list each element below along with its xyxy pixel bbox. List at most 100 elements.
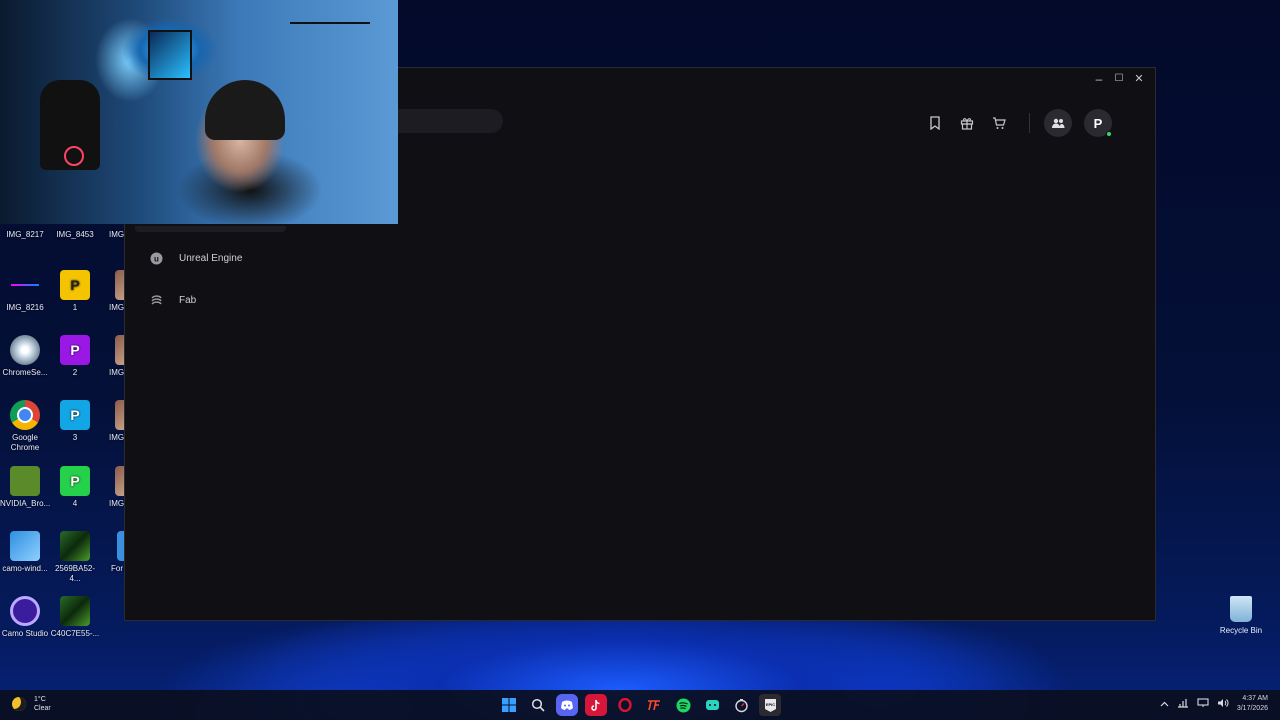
installer-icon <box>10 531 40 561</box>
weather-widget[interactable]: 1°C Clear <box>12 695 51 713</box>
desktop-icon-label: ChromeSe... <box>2 368 48 377</box>
taskbar-android-studio[interactable] <box>701 694 723 716</box>
desktop-icon-label: 3 <box>72 433 78 442</box>
desktop-icon-img-8217[interactable]: IMG_8217 <box>0 230 50 240</box>
webcam-scene-person <box>205 80 285 140</box>
desktop-icon-camo-windows[interactable]: camo-wind... <box>0 531 50 574</box>
cart-button[interactable] <box>983 111 1015 135</box>
clock-time: 4:37 AM <box>1242 695 1268 702</box>
cart-icon <box>993 117 1006 129</box>
desktop-icon-chromesetup[interactable]: ChromeSe... <box>0 335 50 378</box>
image-thumbnail-icon <box>10 270 40 300</box>
friends-icon <box>1052 118 1065 128</box>
taskbar-search-button[interactable] <box>527 694 549 716</box>
desktop-icon-label: IMG <box>109 303 124 312</box>
taskbar-stopwatch[interactable] <box>730 694 752 716</box>
recycle-bin-icon <box>1230 596 1252 622</box>
document-icon <box>117 531 124 561</box>
desktop-icon-label: IMG <box>109 433 124 442</box>
fab-icon <box>149 293 163 307</box>
image-thumbnail-icon <box>60 531 90 561</box>
sidebar-item-unreal-engine[interactable]: u Unreal Engine <box>149 251 242 265</box>
window-controls: – ☐ ✕ <box>1089 70 1149 88</box>
sidebar-item-fab[interactable]: Fab <box>149 293 196 307</box>
opera-icon <box>618 698 632 712</box>
friends-button[interactable] <box>1044 109 1072 137</box>
desktop-icon-label: IMG_8216 <box>6 303 44 312</box>
taskbar-spotify[interactable] <box>672 694 694 716</box>
volume-icon[interactable] <box>1217 698 1229 710</box>
clock-date: 3/17/2026 <box>1236 705 1268 712</box>
epic-games-icon: EPIC <box>764 698 776 712</box>
desktop-icon-1[interactable]: P 1 <box>50 270 100 313</box>
desktop-icon-img-partial[interactable]: IMG <box>100 335 124 378</box>
camo-studio-icon <box>10 596 40 626</box>
tf-icon <box>648 700 660 711</box>
desktop-icon-img-partial[interactable]: IMG <box>100 400 124 443</box>
desktop-icon-for-partial[interactable]: For <box>100 531 124 574</box>
taskbar-opera[interactable] <box>614 694 636 716</box>
desktop-icon-label: IMG <box>109 499 124 508</box>
unreal-engine-icon: u <box>149 251 163 265</box>
start-button[interactable] <box>498 694 520 716</box>
system-tray: 4:37 AM 3/17/2026 <box>1160 694 1268 714</box>
chevron-up-icon[interactable] <box>1160 700 1169 709</box>
desktop-icon-c40c7e55[interactable]: C40C7E55-... <box>50 596 100 639</box>
webcam-scene-light <box>64 146 84 166</box>
desktop-icon-img-8216[interactable]: IMG_8216 <box>0 270 50 313</box>
taskbar-tiktok[interactable] <box>585 694 607 716</box>
pdf-app-icon: P <box>60 335 90 365</box>
nvidia-icon <box>10 466 40 496</box>
desktop-icon-nvidia[interactable]: NVIDIA_Bro... <box>0 466 50 509</box>
profile-avatar[interactable]: P <box>1084 109 1112 137</box>
taskbar: 1°C Clear EPIC 4:37 AM 3/17/2026 <box>0 690 1280 720</box>
desktop-icon-recycle-bin[interactable]: Recycle Bin <box>1218 596 1264 635</box>
desktop-icon-label: IMG_ <box>109 230 124 239</box>
maximize-button[interactable]: ☐ <box>1109 70 1129 88</box>
desktop-icon-label: IMG_8217 <box>6 230 44 239</box>
desktop-icon-4[interactable]: P 4 <box>50 466 100 509</box>
desktop-icon-label: Recycle Bin <box>1219 626 1263 635</box>
network-icon[interactable] <box>1177 698 1189 710</box>
desktop-icon-img-8453[interactable]: IMG_8453 <box>50 230 100 240</box>
desktop-icon-label: 1 <box>72 303 78 312</box>
close-button[interactable]: ✕ <box>1129 70 1149 88</box>
wishlist-button[interactable] <box>919 111 951 135</box>
taskbar-epic-games[interactable]: EPIC <box>759 694 781 716</box>
gift-button[interactable] <box>951 111 983 135</box>
taskbar-tf[interactable] <box>643 694 665 716</box>
desktop-icon-label: IMG_8453 <box>56 230 94 239</box>
image-thumbnail-icon <box>115 466 124 496</box>
bookmark-icon <box>930 116 940 130</box>
webcam-overlay <box>0 0 398 224</box>
desktop-icon-img-partial[interactable]: IMG <box>100 270 124 313</box>
desktop-icon-label: camo-wind... <box>2 564 48 573</box>
desktop-icon-label: Google Chrome <box>10 433 40 452</box>
sidebar-item-label: Fab <box>179 294 197 306</box>
display-icon[interactable] <box>1197 698 1209 710</box>
webcam-scene-tv <box>148 30 192 80</box>
spotify-icon <box>676 698 690 712</box>
windows-icon <box>502 698 516 712</box>
desktop-icon-2569ba52[interactable]: 2569BA52-4... <box>50 531 100 584</box>
desktop-icon-img-partial[interactable]: IMG_ <box>100 230 124 240</box>
desktop-icon-camo-studio[interactable]: Camo Studio <box>0 596 50 639</box>
desktop-icon-2[interactable]: P 2 <box>50 335 100 378</box>
taskbar-apps: EPIC <box>498 694 781 716</box>
pdf-app-icon: P <box>60 270 90 300</box>
stopwatch-icon <box>734 698 748 712</box>
desktop-icon-3[interactable]: P 3 <box>50 400 100 443</box>
image-thumbnail-icon <box>115 400 124 430</box>
taskbar-discord[interactable] <box>556 694 578 716</box>
desktop-icon-label: 2 <box>72 368 78 377</box>
weather-desc: Clear <box>34 705 51 712</box>
online-status-dot <box>1106 131 1112 137</box>
minimize-button[interactable]: – <box>1089 70 1109 88</box>
toolbar-divider <box>1029 113 1030 133</box>
clock[interactable]: 4:37 AM 3/17/2026 <box>1237 694 1268 714</box>
desktop-icon-google-chrome[interactable]: Google Chrome <box>0 400 50 453</box>
desktop-icon-img-partial[interactable]: IMG <box>100 466 124 509</box>
moon-icon <box>12 697 26 711</box>
tiktok-icon <box>591 699 600 711</box>
installer-disc-icon <box>10 335 40 365</box>
